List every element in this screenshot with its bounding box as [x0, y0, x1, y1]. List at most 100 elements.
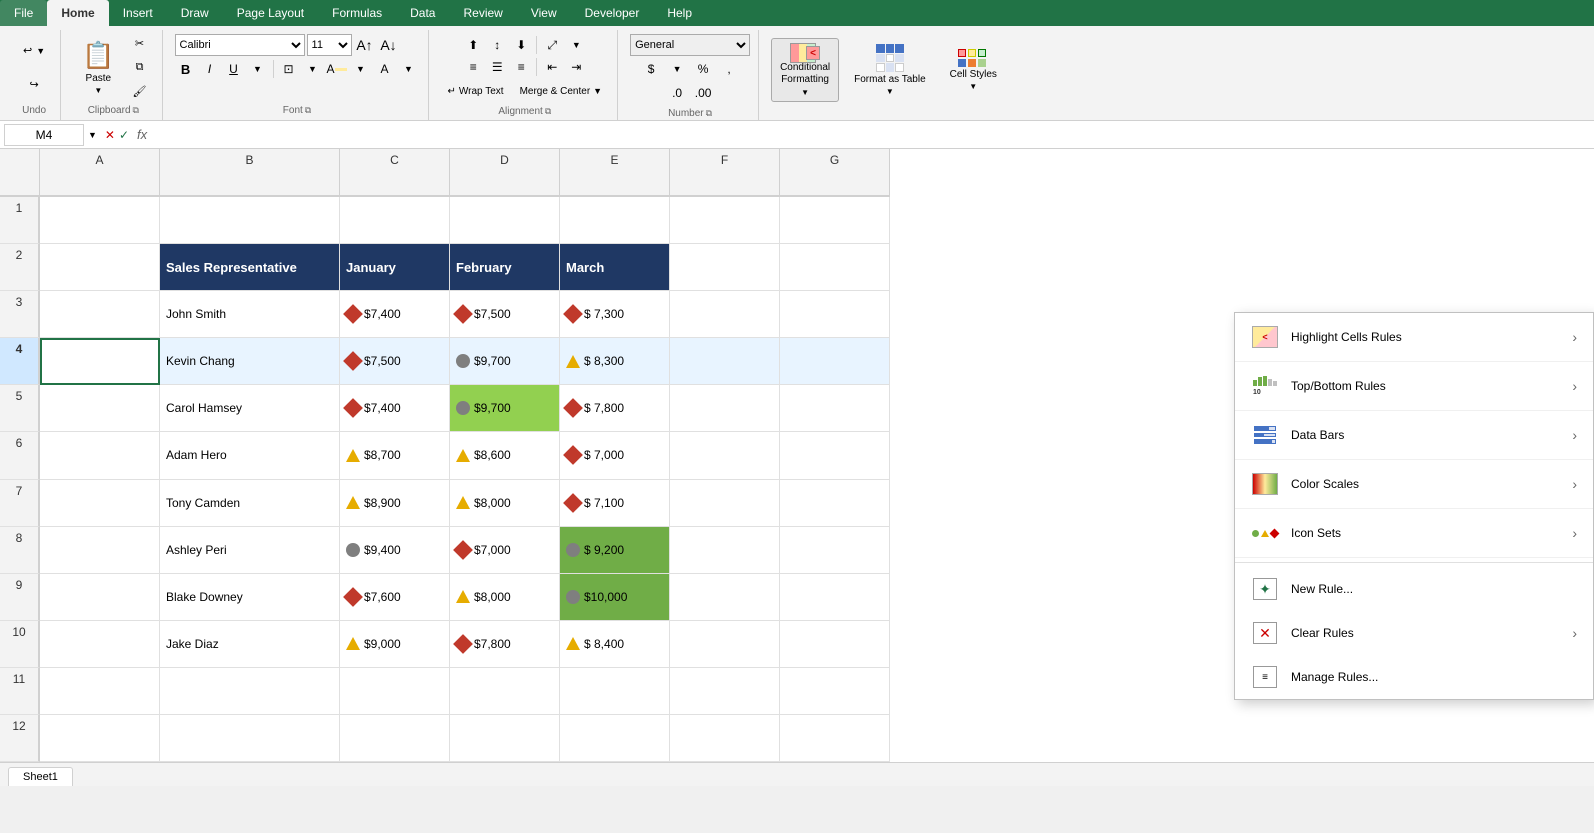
number-expand-icon[interactable]: ⧉	[706, 108, 712, 119]
redo-button[interactable]: ↪	[20, 72, 48, 96]
increase-indent-button[interactable]: ⇥	[565, 56, 587, 78]
cf-databars-item[interactable]: Data Bars ›	[1235, 411, 1593, 460]
cf-managerules-item[interactable]: ≡ Manage Rules...	[1235, 655, 1593, 699]
cell[interactable]	[670, 244, 780, 291]
tab-view[interactable]: View	[517, 0, 571, 26]
cell[interactable]	[780, 527, 890, 574]
table-row[interactable]: $7,400	[340, 385, 450, 432]
merge-center-button[interactable]: Merge & Center ▼	[513, 80, 610, 102]
cell[interactable]	[780, 668, 890, 715]
cell[interactable]	[780, 338, 890, 385]
table-row[interactable]: $ 9,200	[560, 527, 670, 574]
table-row[interactable]: $8,000	[450, 574, 560, 621]
table-row[interactable]: $7,500	[340, 338, 450, 385]
table-row[interactable]: Kevin Chang	[160, 338, 340, 385]
wrap-text-button[interactable]: ↵ Wrap Text	[441, 80, 511, 102]
cell[interactable]	[40, 244, 160, 291]
decrease-indent-button[interactable]: ⇤	[541, 56, 563, 78]
cell[interactable]	[40, 668, 160, 715]
cell[interactable]	[40, 480, 160, 527]
cell[interactable]	[160, 197, 340, 244]
format-painter-button[interactable]: 🖌	[126, 81, 154, 103]
cell[interactable]	[40, 432, 160, 479]
font-color-dropdown[interactable]: ▼	[398, 58, 420, 80]
cell[interactable]	[780, 480, 890, 527]
cell[interactable]	[780, 621, 890, 668]
table-row[interactable]: $7,600	[340, 574, 450, 621]
table-row[interactable]: $ 7,300	[560, 291, 670, 338]
table-row[interactable]: $8,600	[450, 432, 560, 479]
font-family-select[interactable]: Calibri	[175, 34, 305, 56]
cell[interactable]	[40, 527, 160, 574]
cell[interactable]	[560, 197, 670, 244]
cell[interactable]	[40, 715, 160, 762]
table-row[interactable]: $7,400	[340, 291, 450, 338]
align-top-button[interactable]: ⬆	[462, 34, 484, 56]
table-row[interactable]: $8,000	[450, 480, 560, 527]
cell[interactable]	[40, 291, 160, 338]
border-dropdown[interactable]: ▼	[302, 58, 324, 80]
cell[interactable]	[160, 715, 340, 762]
cell[interactable]	[40, 621, 160, 668]
font-grow-button[interactable]: A↑	[354, 34, 376, 56]
cell[interactable]	[780, 715, 890, 762]
cell-reference-input[interactable]	[4, 124, 84, 146]
undo-button[interactable]: ↩ ▼	[16, 39, 52, 63]
border-button[interactable]: ⊡	[278, 58, 300, 80]
cell[interactable]	[670, 715, 780, 762]
clipboard-expand-icon[interactable]: ⧉	[133, 105, 139, 116]
cell[interactable]	[40, 574, 160, 621]
align-right-button[interactable]: ≡	[510, 56, 532, 78]
cell[interactable]	[670, 197, 780, 244]
cell[interactable]	[780, 197, 890, 244]
comma-button[interactable]: ,	[718, 58, 740, 80]
cell[interactable]	[670, 527, 780, 574]
cell[interactable]	[450, 668, 560, 715]
table-row[interactable]: $7,500	[450, 291, 560, 338]
table-header-march[interactable]: March	[560, 244, 670, 291]
cell[interactable]	[780, 432, 890, 479]
table-row[interactable]: $9,400	[340, 527, 450, 574]
underline-dropdown[interactable]: ▼	[247, 58, 269, 80]
align-bottom-button[interactable]: ⬇	[510, 34, 532, 56]
table-row[interactable]: $9,000	[340, 621, 450, 668]
fill-color-button[interactable]: A	[326, 58, 348, 80]
sheet-tab-1[interactable]: Sheet1	[8, 767, 73, 786]
align-left-button[interactable]: ≡	[462, 56, 484, 78]
table-row[interactable]: Jake Diaz	[160, 621, 340, 668]
table-row[interactable]: $7,000	[450, 527, 560, 574]
font-shrink-button[interactable]: A↓	[378, 34, 400, 56]
table-row[interactable]: $10,000	[560, 574, 670, 621]
cell[interactable]	[160, 668, 340, 715]
cell[interactable]	[780, 574, 890, 621]
font-color-button[interactable]: A	[374, 58, 396, 80]
tab-insert[interactable]: Insert	[109, 0, 167, 26]
tab-data[interactable]: Data	[396, 0, 449, 26]
currency-dropdown[interactable]: ▼	[666, 58, 688, 80]
table-header-salesrep[interactable]: Sales Representative	[160, 244, 340, 291]
align-center-button[interactable]: ☰	[486, 56, 508, 78]
cell[interactable]	[670, 480, 780, 527]
table-row[interactable]: Ashley Peri	[160, 527, 340, 574]
cell[interactable]	[780, 291, 890, 338]
cell[interactable]	[670, 574, 780, 621]
format-as-table-button[interactable]: Format as Table ▼	[845, 38, 935, 102]
cell-styles-button[interactable]: Cell Styles ▼	[941, 38, 1006, 102]
table-header-january[interactable]: January	[340, 244, 450, 291]
tab-file[interactable]: File	[0, 0, 47, 26]
cell[interactable]	[40, 197, 160, 244]
tab-home[interactable]: Home	[47, 0, 108, 26]
table-row[interactable]: $8,900	[340, 480, 450, 527]
table-row[interactable]: $ 7,100	[560, 480, 670, 527]
font-expand-icon[interactable]: ⧉	[305, 105, 311, 116]
cell[interactable]	[670, 338, 780, 385]
cell[interactable]	[340, 715, 450, 762]
copy-button[interactable]: ⧉	[126, 57, 154, 79]
cf-newrule-item[interactable]: ✦ New Rule...	[1235, 567, 1593, 611]
confirm-formula-icon[interactable]: ✓	[119, 128, 129, 142]
tab-developer[interactable]: Developer	[571, 0, 654, 26]
cf-colorscales-item[interactable]: Color Scales ›	[1235, 460, 1593, 509]
bold-button[interactable]: B	[175, 58, 197, 80]
percent-button[interactable]: %	[692, 58, 714, 80]
tab-pagelayout[interactable]: Page Layout	[223, 0, 318, 26]
